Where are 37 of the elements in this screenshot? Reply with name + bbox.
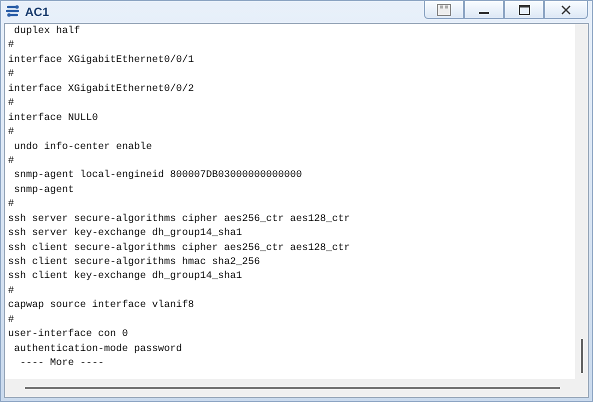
console-line: authentication-mode password [13,342,184,357]
console-line: snmp-agent [13,184,76,198]
minimize-button[interactable] [464,1,504,19]
console-line: # [8,154,16,169]
window-title: AC1 [25,5,50,19]
console-line: ssh server key-exchange dh_group14_sha1 [8,227,244,242]
minimize-icon [479,12,489,14]
maximize-button[interactable] [504,1,544,19]
console-line: # [8,68,16,82]
console-line: ssh client key-exchange dh_group14_sha1 [8,270,244,284]
console-line: snmp-agent local-engineid 800007DB03000000000000 [13,169,304,184]
console-line: # [8,126,16,140]
console-line: ssh server secure-algorithms cipher aes256_ctr aes128_ctr [8,212,352,227]
console-line: interface XGigabitEthernet0/0/1 [8,54,196,68]
console-line: duplex half [13,25,82,39]
console-line: # [8,198,16,212]
console-line: ---- More ---- [19,357,106,372]
console-line: # [8,97,16,112]
scrollbar-thumb[interactable] [25,387,560,389]
scrollbar-thumb[interactable] [580,339,582,373]
maximize-icon [518,4,530,14]
console-line: ssh client secure-algorithms hmac sha2_256 [8,256,262,270]
console-line: interface XGigabitEthernet0/0/2 [8,82,196,97]
console-line: # [8,284,16,299]
console-line: interface NULL0 [8,112,100,126]
console-line: # [8,314,16,328]
close-icon [561,4,571,14]
console-line: # [8,39,16,54]
close-button[interactable] [544,1,588,19]
horizontal-scrollbar[interactable] [5,379,588,397]
console-line: undo info-center enable [13,140,154,154]
console-line: capwap source interface vlanif8 [8,299,196,314]
vertical-scrollbar[interactable] [575,24,588,379]
console-line: ssh client secure-algorithms cipher aes256_ctr aes128_ctr [8,242,352,256]
app-icon [5,4,21,20]
console-line: user-interface con 0 [8,328,130,342]
window-icon [437,4,451,16]
